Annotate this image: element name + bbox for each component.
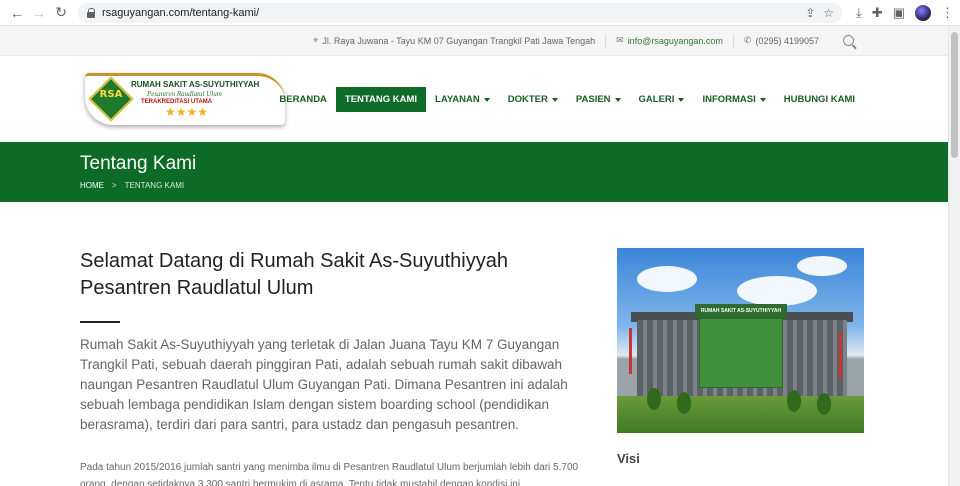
article-column: Selamat Datang di Rumah Sakit As-Suyuthi… — [80, 248, 600, 486]
phone-icon: ✆ — [743, 35, 752, 45]
photo-tree — [817, 393, 831, 415]
scrollbar-thumb[interactable] — [951, 32, 958, 158]
search-icon[interactable] — [843, 35, 854, 46]
forward-icon[interactable]: → — [28, 2, 50, 24]
photo-tree — [677, 392, 691, 414]
menu-label: BERANDA — [279, 94, 327, 105]
photo-cloud — [637, 266, 697, 292]
address-bar[interactable]: rsaguyangan.com/tentang-kami/ ⇪ ☆ — [78, 2, 843, 23]
address-info: ⌖ Jl. Raya Juwana - Tayu KM 07 Guyangan … — [303, 33, 607, 48]
photo-flag — [629, 328, 632, 374]
menu-label: INFORMASI — [702, 94, 756, 105]
photo-tree — [787, 390, 801, 412]
logo-stars: ★★★★ — [165, 105, 209, 119]
photo-cloud — [737, 276, 817, 306]
site-logo[interactable]: RSA RUMAH SAKIT AS-SUYUTHIYYAH Pesantren… — [85, 71, 285, 127]
article-heading: Selamat Datang di Rumah Sakit As-Suyuthi… — [80, 250, 508, 299]
hospital-photo: RUMAH SAKIT AS-SUYUTHIYYAH — [617, 248, 864, 433]
page-title: Tentang Kami — [80, 153, 197, 174]
reload-icon[interactable]: ↻ — [50, 2, 72, 24]
caret-down-icon — [483, 97, 490, 102]
photo-tree — [647, 388, 661, 410]
url-text: rsaguyangan.com/tentang-kami/ — [102, 6, 260, 19]
menu-item-hubungi-kami[interactable]: HUBUNGI KAMI — [775, 87, 864, 112]
lock-icon[interactable] — [86, 7, 96, 18]
breadcrumb: HOME > TENTANG KAMI — [80, 181, 948, 190]
article-lead: Rumah Sakit As-Suyuthiyyah yang terletak… — [80, 337, 568, 432]
profile-avatar[interactable] — [915, 4, 931, 21]
logo-badge-text: RSA — [99, 89, 123, 100]
top-info-bar: ⌖ Jl. Raya Juwana - Tayu KM 07 Guyangan … — [0, 26, 948, 56]
menu-label: GALERI — [638, 94, 675, 105]
address-text: Jl. Raya Juwana - Tayu KM 07 Guyangan Tr… — [322, 35, 596, 46]
breadcrumb-current: TENTANG KAMI — [124, 181, 185, 190]
extension-download-icon[interactable]: ⤓ — [856, 5, 862, 21]
envelope-icon: ✉ — [616, 35, 624, 45]
logo-line-2: Pesantren Raudlatul Ulum — [147, 90, 222, 98]
menu-label: TENTANG KAMI — [344, 94, 418, 105]
bookmark-star-icon[interactable]: ☆ — [823, 6, 834, 20]
main-content: Selamat Datang di Rumah Sakit As-Suyuthi… — [0, 202, 948, 486]
caret-down-icon — [614, 97, 621, 102]
caret-down-icon — [678, 97, 685, 102]
email-info[interactable]: ✉ info@rsaguyangan.com — [606, 33, 734, 48]
side-panel-icon[interactable]: ▣ — [893, 5, 905, 21]
photo-flag — [839, 332, 842, 378]
site-header: RSA RUMAH SAKIT AS-SUYUTHIYYAH Pesantren… — [0, 56, 948, 142]
photo-cloud — [797, 256, 847, 276]
phone-text[interactable]: (0295) 4199057 — [755, 36, 819, 46]
phone-info[interactable]: ✆ (0295) 4199057 — [734, 34, 829, 48]
share-icon[interactable]: ⇪ — [805, 6, 815, 20]
kebab-menu-icon[interactable]: ⋮ — [941, 5, 954, 21]
menu-item-galeri[interactable]: GALERI — [630, 87, 694, 112]
menu-item-layanan[interactable]: LAYANAN — [426, 87, 499, 112]
photo-building-sign: RUMAH SAKIT AS-SUYUTHIYYAH — [695, 304, 787, 318]
browser-toolbar: ← → ↻ rsaguyangan.com/tentang-kami/ ⇪ ☆ … — [0, 0, 960, 26]
visi-heading: Visi — [617, 451, 640, 466]
menu-label: HUBUNGI KAMI — [783, 94, 855, 105]
back-icon[interactable]: ← — [6, 2, 28, 24]
logo-line-1: RUMAH SAKIT AS-SUYUTHIYYAH — [131, 80, 260, 89]
sidebar-column: RUMAH SAKIT AS-SUYUTHIYYAH Visi — [617, 248, 864, 466]
website: ⌖ Jl. Raya Juwana - Tayu KM 07 Guyangan … — [0, 26, 948, 486]
page-scrollbar[interactable] — [948, 26, 960, 486]
menu-item-informasi[interactable]: INFORMASI — [693, 87, 774, 112]
menu-item-dokter[interactable]: DOKTER — [499, 87, 567, 112]
caret-down-icon — [759, 97, 766, 102]
email-link[interactable]: info@rsaguyangan.com — [628, 36, 723, 46]
heading-divider — [80, 321, 120, 323]
menu-label: DOKTER — [507, 94, 548, 105]
photo-banner — [699, 318, 783, 388]
map-pin-icon: ⌖ — [313, 35, 319, 45]
puzzle-extensions-icon[interactable]: ✚ — [872, 5, 883, 21]
breadcrumb-separator: > — [112, 181, 117, 190]
main-menu: BERANDA TENTANG KAMI LAYANAN DOKTER PASI… — [270, 87, 864, 112]
article-paragraph: Pada tahun 2015/2016 jumlah santri yang … — [80, 462, 579, 486]
breadcrumb-home[interactable]: HOME — [80, 181, 104, 190]
caret-down-icon — [551, 97, 558, 102]
menu-item-tentang-kami[interactable]: TENTANG KAMI — [335, 87, 427, 112]
page-title-band: Tentang Kami HOME > TENTANG KAMI — [0, 142, 948, 202]
menu-label: LAYANAN — [435, 94, 480, 105]
menu-label: PASIEN — [575, 94, 611, 105]
menu-item-pasien[interactable]: PASIEN — [567, 87, 630, 112]
menu-item-beranda[interactable]: BERANDA — [270, 87, 336, 112]
